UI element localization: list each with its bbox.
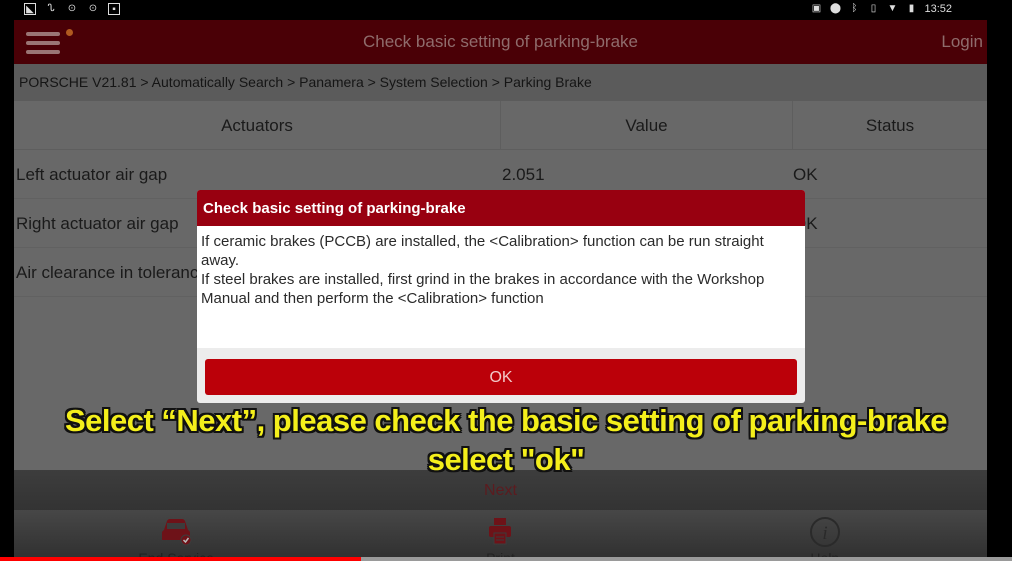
stethoscope-icon: ᔐ — [47, 3, 55, 14]
column-header-actuators: Actuators — [14, 101, 501, 149]
column-header-status: Status — [865, 116, 915, 135]
print-button[interactable]: Print — [338, 510, 662, 561]
ok-button[interactable]: OK — [205, 359, 797, 395]
login-button[interactable]: Login — [941, 32, 983, 52]
title-bar: Check basic setting of parking-brake Log… — [14, 20, 987, 64]
screenshot-icon: ◣ — [24, 3, 36, 15]
breadcrumb: PORSCHE V21.81 > Automatically Search > … — [14, 64, 987, 101]
video-progress-fill — [0, 557, 362, 561]
bluetooth-icon: ᛒ — [851, 3, 858, 14]
clock: 13:52 — [924, 3, 952, 15]
dialog-title: Check basic setting of parking-brake — [197, 190, 805, 226]
page-title: Check basic setting of parking-brake — [363, 32, 638, 51]
dialog-message-line: If steel brakes are installed, first gri… — [201, 271, 765, 307]
image-icon: ▪ — [108, 3, 120, 15]
actuator-status: OK — [793, 165, 818, 184]
wifi-icon: ▼ — [887, 3, 898, 14]
next-button[interactable]: Next — [14, 482, 987, 500]
actuator-status — [793, 248, 987, 296]
dialog-message-line: If ceramic brakes (PCCB) are installed, … — [201, 233, 764, 269]
video-caption: Select “Next”, please check the basic se… — [64, 403, 948, 438]
vibrate-icon: ▯ — [870, 3, 877, 14]
battery-icon: ▮ — [908, 3, 915, 14]
column-header-value: Value — [501, 101, 793, 149]
focus-icon: ⊙ — [88, 3, 98, 14]
dialog-message: If ceramic brakes (PCCB) are installed, … — [197, 226, 805, 348]
status-bar: ◣ ᔐ ⊙ ⊙ ▪ ▣ ⬤ ᛒ ▯ ▼ ▮ 13:52 — [0, 0, 1012, 20]
svg-text:i: i — [822, 523, 827, 544]
focus-icon: ⊙ — [67, 3, 77, 14]
video-caption: select "ok" — [427, 442, 585, 477]
cast-icon: ▣ — [811, 3, 822, 14]
car-check-icon — [158, 516, 194, 551]
info-icon: i — [809, 516, 841, 553]
printer-icon — [485, 516, 515, 551]
app-window: Check basic setting of parking-brake Log… — [14, 20, 987, 561]
calibration-dialog: Check basic setting of parking-brake If … — [197, 190, 805, 403]
actuator-status: OK — [793, 214, 818, 233]
bottom-toolbar: End Service Print i Help — [14, 510, 987, 561]
video-progress-bar[interactable] — [0, 557, 1012, 561]
end-service-button[interactable]: End Service — [14, 510, 338, 561]
location-icon: ⬤ — [829, 3, 842, 14]
help-button[interactable]: i Help — [663, 510, 987, 561]
table-header: Actuators Value Status — [14, 101, 987, 150]
